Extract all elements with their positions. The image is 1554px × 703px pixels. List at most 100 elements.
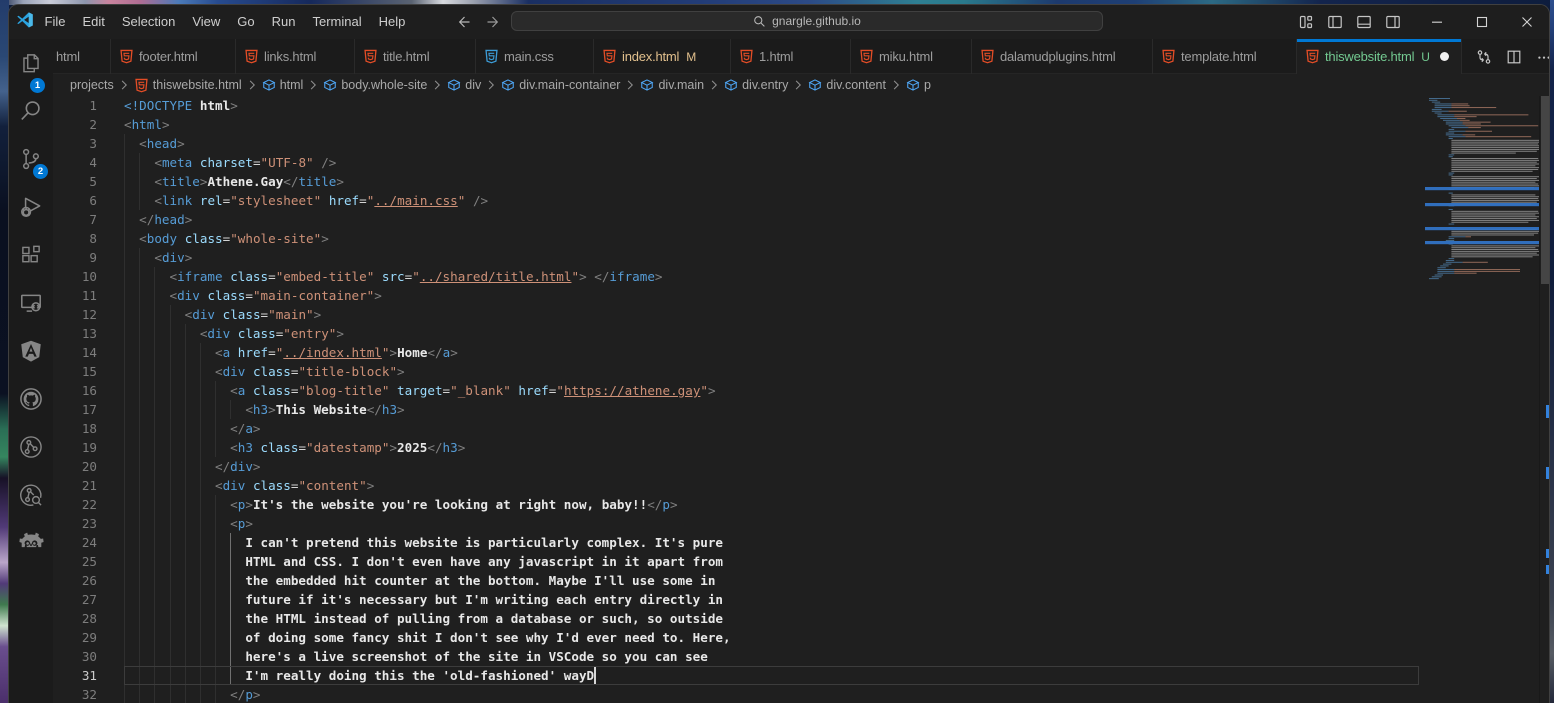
code-line-22[interactable]: 22 <p>It's the website you're looking at… — [53, 495, 1373, 514]
code-line-3[interactable]: 3 <head> — [53, 134, 1373, 153]
code-line-23[interactable]: 23 <p> — [53, 514, 1373, 533]
code-line-25[interactable]: 25 HTML and CSS. I don't even have any j… — [53, 552, 1373, 571]
line-number: 16 — [53, 381, 97, 400]
line-number: 19 — [53, 438, 97, 457]
code-line-6[interactable]: 6 <link rel="stylesheet" href="../main.c… — [53, 191, 1373, 210]
breadcrumb-item[interactable]: div.content — [808, 78, 886, 92]
code-line-5[interactable]: 5 <title>Athene.Gay</title> — [53, 172, 1373, 191]
code-line-8[interactable]: 8 <body class="whole-site"> — [53, 229, 1373, 248]
tab-title.html[interactable]: title.html — [355, 39, 476, 74]
breadcrumb-item[interactable]: div.main — [640, 78, 704, 92]
code-line-29[interactable]: 29 of doing some fancy shit I don't see … — [53, 628, 1373, 647]
close-button[interactable] — [1504, 5, 1549, 39]
menu-view[interactable]: View — [184, 9, 229, 35]
scrollbar-slider[interactable] — [1541, 96, 1550, 284]
code-line-1[interactable]: 1<!DOCTYPE html> — [53, 96, 1373, 115]
activity-run-and-debug[interactable] — [9, 183, 53, 231]
activity-github[interactable] — [9, 375, 53, 423]
code-line-9[interactable]: 9 <div> — [53, 248, 1373, 267]
tab-footer.html[interactable]: footer.html — [111, 39, 236, 74]
menu-go[interactable]: Go — [229, 9, 263, 35]
back-arrow-icon[interactable] — [453, 11, 475, 33]
toggle-primary-sidebar-icon[interactable] — [1325, 12, 1345, 32]
code-line-26[interactable]: 26 the embedded hit counter at the botto… — [53, 571, 1373, 590]
breadcrumb-item[interactable]: body.whole-site — [323, 78, 427, 92]
open-changes-icon[interactable] — [1476, 49, 1492, 65]
code-line-13[interactable]: 13 <div class="entry"> — [53, 324, 1373, 343]
tab-template.html[interactable]: template.html — [1153, 39, 1297, 74]
code-line-28[interactable]: 28 the HTML instead of pulling from a da… — [53, 609, 1373, 628]
breadcrumb-item[interactable]: div — [447, 78, 481, 92]
breadcrumb-item[interactable]: p — [906, 78, 931, 92]
activity-git-history[interactable] — [9, 471, 53, 519]
line-number: 26 — [53, 571, 97, 590]
tab-thiswebsite.html[interactable]: thiswebsite.htmlU — [1297, 39, 1462, 74]
tab-index.html[interactable]: index.htmlM — [594, 39, 731, 74]
tab-main.css[interactable]: main.css — [476, 39, 594, 74]
minimize-button[interactable] — [1414, 5, 1459, 39]
vertical-scrollbar[interactable] — [1539, 96, 1550, 703]
menu-terminal[interactable]: Terminal — [304, 9, 370, 35]
code-line-14[interactable]: 14 <a href="../index.html">Home</a> — [53, 343, 1373, 362]
code-line-12[interactable]: 12 <div class="main"> — [53, 305, 1373, 324]
code-line-15[interactable]: 15 <div class="title-block"> — [53, 362, 1373, 381]
more-actions-icon[interactable] — [1536, 49, 1550, 65]
minimap[interactable] — [1425, 96, 1540, 703]
menu-selection[interactable]: Selection — [113, 9, 183, 35]
code-line-27[interactable]: 27 future if it's necessary but I'm writ… — [53, 590, 1373, 609]
code-line-11[interactable]: 11 <div class="main-container"> — [53, 286, 1373, 305]
breadcrumb-item[interactable]: html — [262, 78, 304, 92]
toggle-secondary-sidebar-icon[interactable] — [1383, 12, 1403, 32]
tab-dalamudplugins.html[interactable]: dalamudplugins.html — [972, 39, 1153, 74]
activity-git-graph[interactable] — [9, 423, 53, 471]
symbol-cube-icon — [323, 78, 337, 92]
code-line-21[interactable]: 21 <div class="content"> — [53, 476, 1373, 495]
code-line-20[interactable]: 20 </div> — [53, 457, 1373, 476]
menu-file[interactable]: File — [36, 9, 74, 35]
code-line-19[interactable]: 19 <h3 class="datestamp">2025</h3> — [53, 438, 1373, 457]
code-line-30[interactable]: 30 here's a live screenshot of the site … — [53, 647, 1373, 666]
code-line-10[interactable]: 10 <iframe class="embed-title" src="../s… — [53, 267, 1373, 286]
breadcrumb-item[interactable]: div.main-container — [501, 78, 620, 92]
tab-label: footer.html — [139, 49, 198, 64]
code-line-17[interactable]: 17 <h3>This Website</h3> — [53, 400, 1373, 419]
breadcrumb-item[interactable]: div.entry — [724, 78, 788, 92]
maximize-button[interactable] — [1459, 5, 1504, 39]
tab-html[interactable]: html — [53, 39, 111, 74]
code-line-2[interactable]: 2<html> — [53, 115, 1373, 134]
activity-godot-tools[interactable] — [9, 519, 53, 567]
code-editor[interactable]: 1<!DOCTYPE html>2<html>3 <head>4 <meta c… — [53, 96, 1549, 703]
activity-extensions[interactable] — [9, 231, 53, 279]
split-editor-icon[interactable] — [1506, 49, 1522, 65]
code-text: <p> — [124, 514, 253, 533]
tab-1.html[interactable]: 1.html — [731, 39, 851, 74]
code-line-32[interactable]: 32 </p> — [53, 685, 1373, 703]
breadcrumb-item[interactable]: projects — [70, 78, 114, 92]
activity-search[interactable] — [9, 87, 53, 135]
menu-run[interactable]: Run — [263, 9, 304, 35]
customize-layout-icon[interactable] — [1296, 12, 1316, 32]
forward-arrow-icon[interactable] — [482, 11, 504, 33]
extensions-icon — [18, 242, 44, 268]
tab-links.html[interactable]: links.html — [236, 39, 355, 74]
code-line-4[interactable]: 4 <meta charset="UTF-8" /> — [53, 153, 1373, 172]
activity-source-control[interactable]: 2 — [9, 135, 53, 183]
command-center-search[interactable]: gnargle.github.io — [511, 11, 1103, 31]
unsaved-dot[interactable] — [1440, 52, 1449, 61]
activity-angular[interactable] — [9, 327, 53, 375]
menu-edit[interactable]: Edit — [74, 9, 113, 35]
line-number: 12 — [53, 305, 97, 324]
activity-remote-explorer[interactable] — [9, 279, 53, 327]
code-line-31[interactable]: 31 I'm really doing this the 'old-fashio… — [53, 666, 1373, 685]
code-line-18[interactable]: 18 </a> — [53, 419, 1373, 438]
code-line-24[interactable]: 24 I can't pretend this website is parti… — [53, 533, 1373, 552]
activity-explorer[interactable]: 1 — [9, 39, 53, 87]
toggle-panel-icon[interactable] — [1354, 12, 1374, 32]
tab-miku.html[interactable]: miku.html — [851, 39, 972, 74]
menu-help[interactable]: Help — [370, 9, 414, 35]
code-line-7[interactable]: 7 </head> — [53, 210, 1373, 229]
files-icon — [18, 50, 44, 76]
code-line-16[interactable]: 16 <a class="blog-title" target="_blank"… — [53, 381, 1373, 400]
line-number: 31 — [53, 666, 97, 685]
breadcrumb-item[interactable]: thiswebsite.html — [134, 78, 242, 93]
